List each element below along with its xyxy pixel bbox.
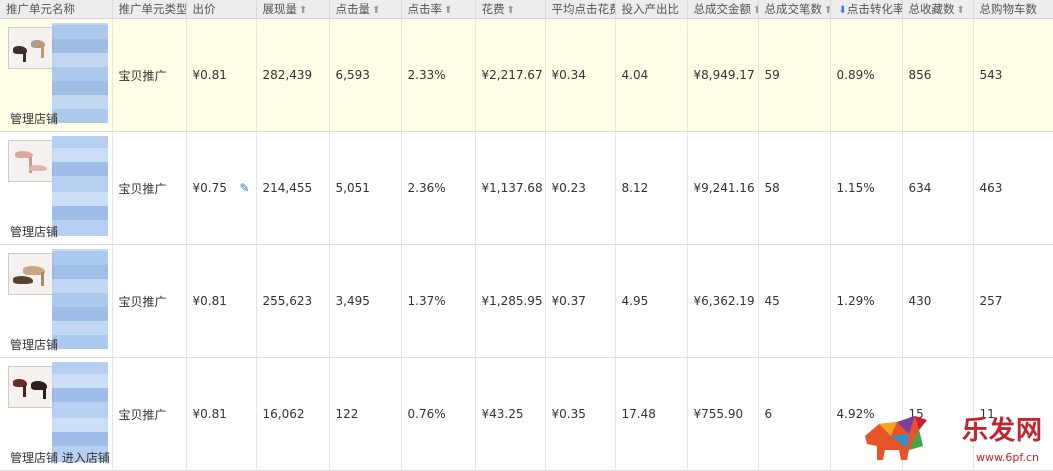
manage-shop-link[interactable]: 管理店铺	[10, 110, 58, 127]
bid-value[interactable]: ¥0.81	[186, 357, 257, 471]
pencil-icon[interactable]: ✎	[239, 181, 249, 195]
orders: 45	[758, 244, 831, 358]
unit-name-cell: 管理店铺	[0, 131, 113, 245]
col-ctr[interactable]: 点击率 ⬆	[401, 0, 476, 19]
bid-value[interactable]: ¥0.81	[186, 244, 257, 358]
col-orders[interactable]: 总成交笔数⬆	[758, 0, 831, 19]
bid-value[interactable]: ¥0.75 ✎	[186, 131, 257, 245]
sort-up-icon[interactable]: ⬆	[507, 5, 515, 16]
cpc: ¥0.37	[545, 244, 616, 358]
sort-down-icon[interactable]: ⬇	[839, 5, 847, 16]
cart: 543	[973, 18, 1053, 132]
col-roi[interactable]: 投入产出比	[615, 0, 688, 19]
ctr: 1.37%	[401, 244, 476, 358]
unit-type: 宝贝推广	[112, 131, 187, 245]
gmv: ¥6,362.19	[687, 244, 759, 358]
product-thumbnail[interactable]	[8, 366, 54, 408]
col-unit-type[interactable]: 推广单元类型▼	[112, 0, 187, 19]
cpc: ¥0.23	[545, 131, 616, 245]
watermark-url: www.6pf.cn	[975, 451, 1039, 464]
sort-up-icon[interactable]: ⬆	[753, 5, 757, 16]
col-gmv[interactable]: 总成交金额⬆	[687, 0, 759, 19]
cost: ¥2,217.67	[475, 18, 546, 132]
clicks: 5,051	[329, 131, 402, 245]
clicks: 6,593	[329, 18, 402, 132]
roi: 4.04	[615, 18, 688, 132]
cost: ¥43.25	[475, 357, 546, 471]
table-header-row: 推广单元名称 推广单元类型▼ 出价 展现量⬆ 点击量⬆ 点击率⬆ 花费⬆ 平均点…	[0, 0, 1053, 19]
unit-type: 宝贝推广	[112, 18, 187, 132]
cvr: 0.89%	[830, 18, 903, 132]
ctr: 2.36%	[401, 131, 476, 245]
manage-shop-link[interactable]: 管理店铺 进入店铺	[10, 449, 110, 466]
col-cvr[interactable]: ⬇点击转化率	[830, 0, 903, 19]
favorites: 430	[902, 244, 974, 358]
watermark-text: 乐发网	[961, 416, 1043, 446]
impressions: 214,455	[256, 131, 330, 245]
orders: 6	[758, 357, 831, 471]
unit-name-cell: 管理店铺	[0, 244, 113, 358]
gmv: ¥9,241.16	[687, 131, 759, 245]
impressions: 282,439	[256, 18, 330, 132]
orders: 58	[758, 131, 831, 245]
unit-name-cell: 管理店铺	[0, 18, 113, 132]
orders: 59	[758, 18, 831, 132]
blurred-title	[52, 136, 108, 236]
cvr: 1.15%	[830, 131, 903, 245]
roi: 17.48	[615, 357, 688, 471]
roi: 8.12	[615, 131, 688, 245]
product-thumbnail[interactable]	[8, 253, 54, 295]
manage-shop-link[interactable]: 管理店铺	[10, 223, 58, 240]
col-clicks[interactable]: 点击量 ⬆	[329, 0, 402, 19]
cvr: 1.29%	[830, 244, 903, 358]
col-favorites[interactable]: 总收藏数 ⬆	[902, 0, 974, 19]
favorites: 856	[902, 18, 974, 132]
roi: 4.95	[615, 244, 688, 358]
sort-up-icon[interactable]: ⬆	[957, 5, 965, 16]
cart: 257	[973, 244, 1053, 358]
table-row[interactable]: 管理店铺 宝贝推广 ¥0.81 255,623 3,495 1.37% ¥1,2…	[0, 244, 1053, 358]
clicks: 3,495	[329, 244, 402, 358]
bull-logo-icon	[865, 416, 927, 460]
ctr: 2.33%	[401, 18, 476, 132]
product-thumbnail[interactable]	[8, 27, 54, 69]
impressions: 16,062	[256, 357, 330, 471]
unit-type: 宝贝推广	[112, 244, 187, 358]
col-cost[interactable]: 花费 ⬆	[475, 0, 546, 19]
unit-name-cell: 管理店铺 进入店铺	[0, 357, 113, 471]
site-watermark: 乐发网 www.6pf.cn	[857, 404, 1047, 466]
unit-type: 宝贝推广	[112, 357, 187, 471]
manage-shop-link[interactable]: 管理店铺	[10, 336, 58, 353]
cost: ¥1,137.68	[475, 131, 546, 245]
cpc: ¥0.34	[545, 18, 616, 132]
ctr: 0.76%	[401, 357, 476, 471]
blurred-title	[52, 362, 108, 462]
gmv: ¥755.90	[687, 357, 759, 471]
sort-up-icon[interactable]: ⬆	[444, 5, 452, 16]
blurred-title	[52, 249, 108, 349]
table-row[interactable]: 管理店铺 宝贝推广 ¥0.75 ✎ 214,455 5,051 2.36% ¥1,…	[0, 131, 1053, 245]
clicks: 122	[329, 357, 402, 471]
sort-up-icon[interactable]: ⬆	[372, 5, 380, 16]
cpc: ¥0.35	[545, 357, 616, 471]
cost: ¥1,285.95	[475, 244, 546, 358]
cart: 463	[973, 131, 1053, 245]
sort-up-icon[interactable]: ⬆	[824, 5, 829, 16]
gmv: ¥8,949.17	[687, 18, 759, 132]
col-bid[interactable]: 出价	[186, 0, 257, 19]
blurred-title	[52, 23, 108, 123]
table-row[interactable]: 管理店铺 宝贝推广 ¥0.81 282,439 6,593 2.33% ¥2,2…	[0, 18, 1053, 132]
sort-up-icon[interactable]: ⬆	[299, 5, 307, 16]
impressions: 255,623	[256, 244, 330, 358]
favorites: 634	[902, 131, 974, 245]
campaign-units-table: 推广单元名称 推广单元类型▼ 出价 展现量⬆ 点击量⬆ 点击率⬆ 花费⬆ 平均点…	[0, 0, 1053, 471]
col-impressions[interactable]: 展现量 ⬆	[256, 0, 330, 19]
col-unit-name[interactable]: 推广单元名称	[0, 0, 113, 19]
col-cart[interactable]: 总购物车数	[973, 0, 1053, 19]
col-cpc[interactable]: 平均点击花费	[545, 0, 616, 19]
bid-value[interactable]: ¥0.81	[186, 18, 257, 132]
product-thumbnail[interactable]	[8, 140, 54, 182]
